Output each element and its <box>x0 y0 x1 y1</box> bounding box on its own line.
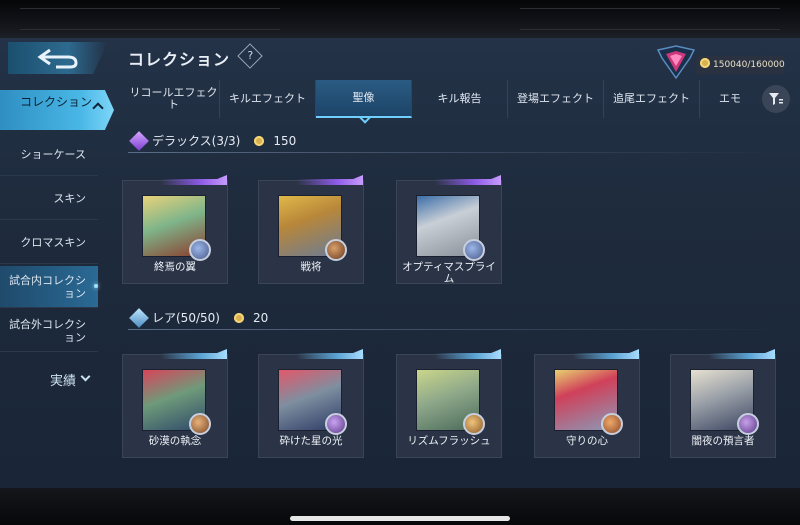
hero-badge-icon <box>737 413 759 435</box>
tab-emote[interactable]: エモ <box>700 80 760 118</box>
tab-kill-effect[interactable]: キルエフェクト <box>220 80 316 118</box>
coin-icon <box>700 58 710 68</box>
rarity-flag <box>435 349 501 359</box>
statue-card[interactable]: 砕けた星の光 <box>258 349 364 458</box>
tab-bar: リコールエフェクト キルエフェクト 聖像 キル報告 登場エフェクト 追尾エフェク… <box>128 80 760 118</box>
hero-badge-icon <box>601 413 623 435</box>
filter-button[interactable] <box>762 85 790 113</box>
tab-statue[interactable]: 聖像 <box>316 80 412 118</box>
hero-badge-icon <box>325 239 347 261</box>
filter-icon <box>769 93 783 105</box>
hero-badge-icon <box>463 239 485 261</box>
sidebar-item-in-match[interactable]: 試合内コレクション <box>0 266 98 308</box>
sidebar-collection[interactable]: コレクション <box>0 90 114 130</box>
card-name: 守りの心 <box>566 435 608 447</box>
page-title: コレクション <box>128 50 231 69</box>
tab-trail-effect[interactable]: 追尾エフェクト <box>604 80 700 118</box>
back-button[interactable] <box>8 42 108 74</box>
rarity-flag <box>161 175 227 185</box>
rarity-flag <box>297 349 363 359</box>
divider <box>128 329 784 330</box>
chevron-down-icon <box>80 371 91 382</box>
card-name: 砕けた星の光 <box>279 435 343 447</box>
chevron-up-icon <box>92 102 104 114</box>
deluxe-gem-icon <box>129 130 149 151</box>
rarity-flag <box>161 349 227 359</box>
card-name: 闇夜の預言者 <box>691 435 755 447</box>
card-name: リズムフラッシュ <box>407 435 491 447</box>
section-deluxe-header: デラックス(3/3) 150 <box>129 130 296 151</box>
rarity-flag <box>297 175 363 185</box>
back-arrow-icon <box>37 48 78 69</box>
coin-icon <box>254 135 265 146</box>
rare-gem-icon <box>129 307 149 328</box>
hero-badge-icon <box>189 239 211 261</box>
rarity-flag <box>709 349 775 359</box>
tab-entrance-effect[interactable]: 登場エフェクト <box>508 80 604 118</box>
active-indicator <box>94 284 98 288</box>
home-indicator[interactable] <box>290 516 510 521</box>
statue-card[interactable]: 守りの心 <box>534 349 640 458</box>
frame-ornament <box>520 8 780 30</box>
statue-card[interactable]: 終焉の翼 <box>122 175 228 284</box>
tab-recall-effect[interactable]: リコールエフェクト <box>128 80 220 118</box>
hero-badge-icon <box>463 413 485 435</box>
sidebar-item-skins[interactable]: スキン <box>0 178 98 220</box>
card-name: 戦将 <box>300 261 322 273</box>
top-frame <box>0 0 800 38</box>
collection-screen: コレクション ? 150040/160000 コレクション ショーケース スキン… <box>0 38 800 488</box>
tab-kill-report[interactable]: キル報告 <box>412 80 508 118</box>
statue-card[interactable]: 戦将 <box>258 175 364 284</box>
card-name: 終焉の翼 <box>154 261 196 273</box>
sidebar-item-chroma-skins[interactable]: クロマスキン <box>0 222 98 264</box>
rank-emblem-icon <box>656 45 696 80</box>
sidebar-achievements[interactable]: 実績 <box>0 370 98 389</box>
statue-card[interactable]: リズムフラッシュ <box>396 349 502 458</box>
rarity-flag <box>435 175 501 185</box>
collection-points: 150040/160000 <box>696 56 785 74</box>
section-rare-header: レア(50/50) 20 <box>129 307 268 328</box>
statue-card[interactable]: 闇夜の預言者 <box>670 349 776 458</box>
coin-icon <box>233 312 244 323</box>
card-name: オプティマスプライム <box>402 261 496 285</box>
hero-badge-icon <box>325 413 347 435</box>
rarity-flag <box>573 349 639 359</box>
statue-card[interactable]: オプティマスプライム <box>396 175 502 285</box>
divider <box>128 152 784 153</box>
sidebar-item-showcase[interactable]: ショーケース <box>0 134 98 176</box>
hero-badge-icon <box>189 413 211 435</box>
card-name: 砂漠の執念 <box>148 435 202 447</box>
frame-ornament <box>20 8 280 30</box>
sidebar-item-out-match[interactable]: 試合外コレクション <box>0 310 98 352</box>
statue-card[interactable]: 砂漠の執念 <box>122 349 228 458</box>
help-icon[interactable]: ? <box>237 43 263 69</box>
